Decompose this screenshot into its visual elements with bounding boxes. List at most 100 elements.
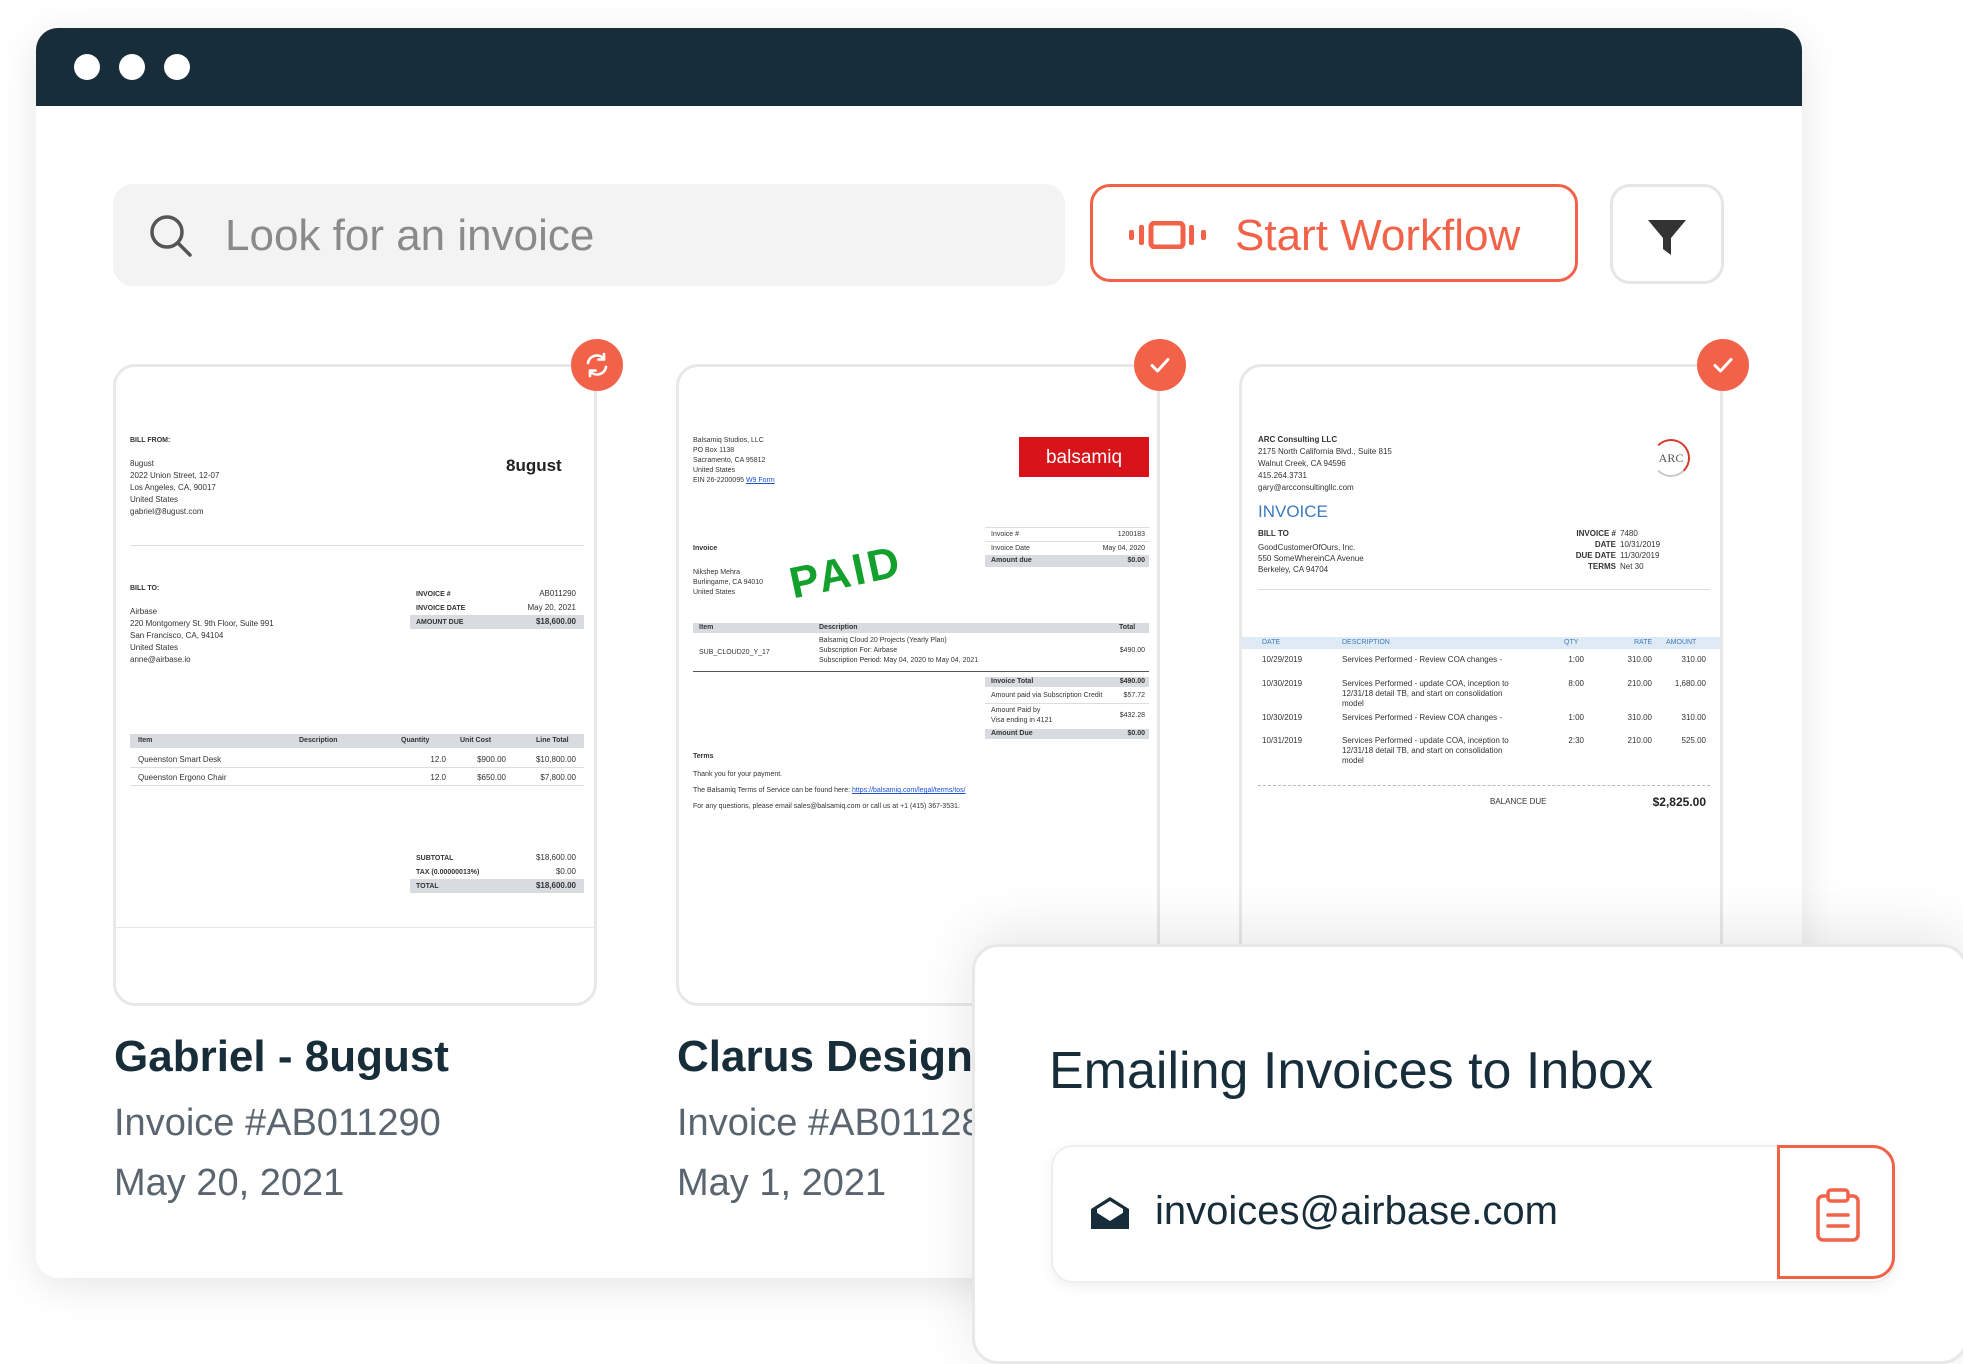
from-line: United States: [693, 467, 736, 474]
approved-status-badge[interactable]: [1134, 339, 1186, 391]
table-cell: 310.00: [1681, 655, 1706, 664]
table-cell: 1:00: [1568, 713, 1584, 722]
search-bar[interactable]: [113, 184, 1065, 288]
email-panel-title: Emailing Invoices to Inbox: [1049, 1042, 1654, 1100]
copy-email-button[interactable]: [1777, 1145, 1895, 1279]
terms-link[interactable]: https://balsamiq.com/legal/terms/tos/: [852, 787, 966, 794]
terms-line: The Balsamiq Terms of Service can be fou…: [693, 787, 966, 796]
divider: [130, 785, 584, 786]
table-cell: 1,680.00: [1674, 679, 1706, 688]
table-header: RATE: [1634, 639, 1653, 646]
table-cell: 1:00: [1568, 655, 1584, 664]
window-dot-icon[interactable]: [164, 54, 190, 80]
meta-label: Amount due: [991, 557, 1032, 564]
table-header-bar: [130, 734, 584, 748]
divider: [985, 527, 1149, 528]
meta-label: Invoice #: [991, 531, 1020, 538]
invoice-heading: INVOICE: [1258, 502, 1328, 521]
meta-value: Net 30: [1620, 562, 1644, 571]
from-line: gabriel@8ugust.com: [130, 507, 204, 516]
from-line: Los Angeles, CA, 90017: [130, 483, 216, 492]
table-cell: 8:00: [1568, 679, 1584, 688]
to-line: San Francisco, CA, 94104: [130, 631, 224, 640]
from-line: 2175 North California Blvd., Suite 815: [1258, 447, 1392, 456]
balsamiq-logo: balsamiq: [1019, 437, 1149, 477]
card-invoice-number: Invoice #AB011290: [114, 1102, 441, 1144]
divider: [130, 545, 584, 546]
search-input[interactable]: [223, 184, 1027, 288]
to-line: United States: [130, 643, 179, 652]
vendor-logo: 8ugust: [506, 456, 562, 475]
ein-line: EIN 26-2200095 W9 Form: [693, 477, 775, 486]
email-address: invoices@airbase.com: [1155, 1189, 1558, 1233]
meta-value: 1200183: [1117, 531, 1145, 538]
invoice-card[interactable]: Balsamiq Studios, LLC PO Box 1138 Sacram…: [676, 364, 1160, 1006]
table-cell: Services Performed - Review COA changes …: [1342, 655, 1503, 664]
table-header: Unit Cost: [460, 737, 492, 744]
table-cell: Services Performed - update COA, incepti…: [1342, 736, 1509, 745]
table-cell: 210.00: [1627, 679, 1652, 688]
invoice-card[interactable]: ARC Consulting LLC 2175 North California…: [1239, 364, 1723, 1006]
email-address-field[interactable]: invoices@airbase.com: [1051, 1145, 1895, 1283]
table-header: Description: [819, 624, 858, 631]
table-cell: $490.00: [1119, 647, 1145, 654]
totals-label: Visa ending in 4121: [991, 717, 1053, 724]
table-header: Item: [138, 737, 153, 744]
divider: [693, 671, 1149, 672]
table-cell: 12/31/18 detail TB, and start on consoli…: [1342, 746, 1503, 755]
balance-due-value: $2,825.00: [1652, 795, 1706, 809]
check-icon: [1713, 358, 1733, 373]
table-cell: Balsamiq Cloud 20 Projects (Yearly Plan): [819, 637, 947, 644]
divider: [985, 703, 1149, 704]
table-cell: 10/30/2019: [1262, 713, 1303, 722]
bill-from-label: BILL FROM:: [130, 437, 171, 444]
table-cell: 10/30/2019: [1262, 679, 1303, 688]
approved-status-badge[interactable]: [1697, 339, 1749, 391]
check-icon: [1150, 358, 1170, 373]
table-header: Description: [299, 737, 338, 744]
to-line: anne@airbase.io: [130, 655, 191, 664]
from-line: gary@arcconsultingllc.com: [1258, 483, 1354, 492]
card-title[interactable]: Gabriel - 8ugust: [114, 1032, 449, 1082]
invoice-card[interactable]: BILL FROM: 8ugust 2022 Union Street, 12-…: [113, 364, 597, 1006]
meta-value: $18,600.00: [535, 617, 576, 626]
table-cell: Queenston Ergono Chair: [138, 773, 227, 782]
meta-value: 7480: [1620, 529, 1638, 538]
window-dot-icon[interactable]: [119, 54, 145, 80]
start-workflow-button[interactable]: Start Workflow: [1090, 184, 1578, 282]
table-header: Quantity: [401, 737, 430, 744]
divider: [130, 767, 584, 768]
table-cell: $900.00: [477, 755, 506, 764]
table-header: Line Total: [536, 737, 569, 744]
email-inbox-panel: Emailing Invoices to Inbox invoices@airb…: [972, 944, 1963, 1364]
table-header: DESCRIPTION: [1342, 639, 1390, 646]
table-cell: $7,800.00: [540, 773, 576, 782]
filter-button[interactable]: [1610, 184, 1724, 284]
meta-label: Invoice Date: [991, 545, 1030, 552]
sync-status-badge[interactable]: [571, 339, 623, 391]
table-header: AMOUNT: [1666, 639, 1697, 646]
table-cell: 310.00: [1627, 713, 1652, 722]
balance-due-label: BALANCE DUE: [1490, 797, 1547, 806]
divider: [1258, 785, 1710, 787]
from-line: Sacramento, CA 95812: [693, 457, 766, 464]
table-cell: model: [1342, 699, 1364, 708]
meta-label: INVOICE #: [1576, 529, 1616, 538]
meta-value: 10/31/2019: [1620, 540, 1661, 549]
terms-line: Thank you for your payment.: [693, 771, 783, 778]
terms-line: For any questions, please email sales@ba…: [693, 803, 960, 810]
table-header-bar: [693, 623, 1149, 633]
from-line: 415.264.3731: [1258, 471, 1307, 480]
clipboard-icon: [1816, 1188, 1860, 1242]
filter-icon: [1648, 220, 1686, 255]
from-line: 8ugust: [130, 459, 155, 468]
to-line: Nikshep Mehra: [693, 569, 741, 576]
table-header: Item: [699, 624, 714, 631]
window-dot-icon[interactable]: [74, 54, 100, 80]
divider: [1258, 589, 1710, 590]
meta-value: 11/30/2019: [1620, 551, 1660, 560]
w9-link[interactable]: W9 Form: [746, 477, 775, 484]
card-title[interactable]: Clarus Design: [677, 1032, 973, 1082]
totals-value: $0.00: [1127, 730, 1145, 737]
terms-label: Terms: [693, 753, 714, 760]
